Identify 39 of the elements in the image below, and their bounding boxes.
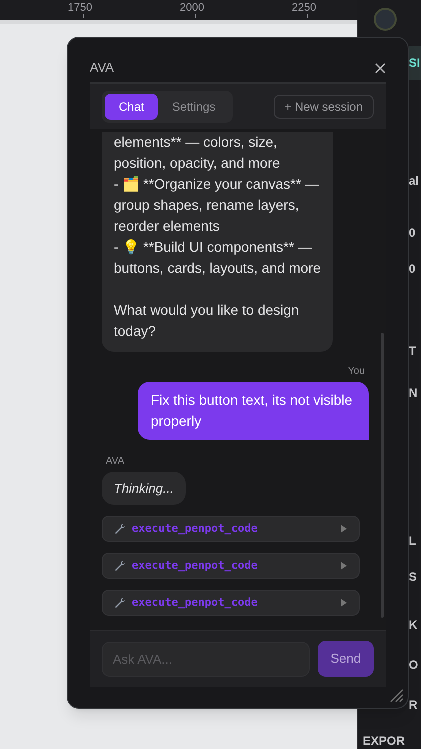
resize-grip-icon[interactable] [388,687,404,703]
sender-label: You [348,364,365,378]
tool-call-row[interactable]: execute_penpot_code [102,590,360,616]
ruler-label: 2000 [180,1,204,16]
panel-label: 0 [409,261,417,278]
close-icon[interactable] [375,63,386,74]
panel-label: S [409,569,418,586]
new-session-button[interactable]: + New session [274,94,374,118]
panel-label: SI [409,46,421,80]
panel-label: K [409,617,419,634]
expand-triangle-icon [340,525,348,533]
tool-call-row[interactable]: execute_penpot_code [102,516,360,542]
panel-label: 0 [409,225,417,242]
thinking-message: Thinking... [102,472,186,505]
tab[interactable]: Settings [158,94,230,120]
scrollbar-thumb[interactable] [381,333,384,618]
wrench-icon [114,597,126,609]
user-message: Fix this button text, its not visible properly [138,382,369,440]
panel-label: L [409,533,418,550]
tool-call-row[interactable]: execute_penpot_code [102,553,360,579]
assistant-message: elements** — colors, size, position, opacity, and more - 🗂 **Organize your canvas** — group shapes, rename layers, reorder elements - 💡 **Build UI components** — buttons, cards, layouts, and more What would you like to design today? [102,132,333,352]
sender-label: AVA [106,454,126,468]
wrench-icon [114,560,126,572]
panel-label: R [409,697,419,714]
expand-triangle-icon [340,599,348,607]
tab[interactable]: Chat [105,94,158,120]
tool-name: execute_penpot_code [132,520,259,537]
panel-label: al [409,173,420,190]
expand-triangle-icon [340,562,348,570]
panel-label: T [409,343,418,360]
panel-label: N [409,385,419,402]
tool-name: execute_penpot_code [132,558,259,574]
window-title: AVA [90,58,114,76]
panel-label: EXPOR [363,733,406,749]
ruler-label: 1750 [68,1,92,16]
tool-name: execute_penpot_code [132,594,259,611]
panel-label: O [409,657,420,674]
ruler-label: 2250 [292,1,316,16]
wrench-icon [114,523,126,535]
